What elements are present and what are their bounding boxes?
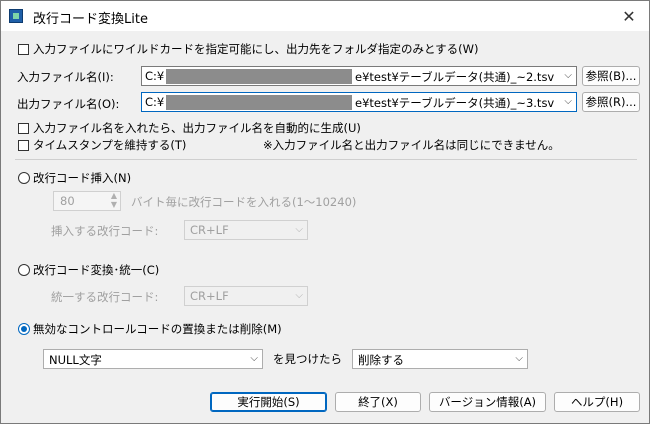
output-file-suffix: e¥test¥テーブルデータ(共通)_~3.tsv	[355, 96, 555, 110]
control-code-select[interactable]: NULL文字 ⌵	[43, 349, 263, 369]
control-middle-text: を見つけたら	[273, 352, 342, 366]
unify-radio[interactable]	[18, 264, 30, 276]
input-file-label: 入力ファイル名(I):	[17, 70, 114, 84]
insert-label[interactable]: 改行コード挿入(N)	[33, 170, 131, 186]
unify-label[interactable]: 改行コード変換･統一(C)	[33, 262, 159, 278]
help-button[interactable]: ヘルプ(H)	[554, 392, 640, 412]
control-label[interactable]: 無効なコントロールコードの置換または削除(M)	[33, 321, 282, 337]
output-file-combobox[interactable]: C:¥ e¥test¥テーブルデータ(共通)_~3.tsv ⌵	[141, 92, 577, 112]
chevron-down-icon[interactable]: ⌵	[515, 353, 523, 364]
close-button[interactable]: ✕	[609, 1, 649, 31]
byte-count-desc: バイト毎に改行コードを入れる(1～10240)	[131, 195, 357, 209]
chevron-down-icon[interactable]: ⌵	[250, 353, 258, 364]
output-browse-button[interactable]: 参照(R)...	[582, 92, 640, 112]
version-button[interactable]: バージョン情報(A)	[429, 392, 546, 412]
unify-code-value: CR+LF	[190, 289, 229, 303]
auto-output-checkbox[interactable]	[18, 123, 29, 134]
run-button[interactable]: 実行開始(S)	[210, 392, 327, 412]
auto-output-label[interactable]: 入力ファイル名を入れたら、出力ファイル名を自動的に生成(U)	[33, 120, 361, 136]
spin-down-icon[interactable]: ▼	[111, 200, 117, 209]
exit-button[interactable]: 終了(X)	[335, 392, 421, 412]
app-icon	[9, 9, 23, 23]
insert-radio[interactable]	[18, 172, 30, 184]
wildcard-label[interactable]: 入力ファイルにワイルドカードを指定可能にし、出力先をフォルダ指定のみとする(W)	[33, 41, 479, 57]
title-bar: 改行コード変換Lite ✕	[1, 1, 649, 31]
redacted-path	[166, 95, 352, 110]
unify-code-label: 統一する改行コード:	[51, 290, 159, 304]
control-action-value: 削除する	[358, 353, 404, 367]
spin-up-icon[interactable]: ▲	[111, 192, 117, 200]
chevron-down-icon[interactable]: ⌵	[295, 224, 303, 235]
byte-count-spinner[interactable]: 80 ▲ ▼	[53, 191, 121, 211]
same-name-note: ※入力ファイル名と出力ファイル名は同じにできません。	[263, 138, 560, 152]
timestamp-label[interactable]: タイムスタンプを維持する(T)	[33, 137, 186, 153]
insert-code-select[interactable]: CR+LF ⌵	[184, 220, 308, 240]
control-code-value: NULL文字	[49, 353, 102, 367]
input-file-suffix: e¥test¥テーブルデータ(共通)_~2.tsv	[355, 70, 555, 84]
redacted-path	[166, 69, 352, 84]
input-file-combobox[interactable]: C:¥ e¥test¥テーブルデータ(共通)_~2.tsv ⌵	[141, 66, 577, 86]
main-window: 改行コード変換Lite ✕ 入力ファイルにワイルドカードを指定可能にし、出力先を…	[0, 0, 650, 424]
window-title: 改行コード変換Lite	[33, 12, 148, 27]
input-browse-button[interactable]: 参照(B)...	[582, 66, 640, 86]
insert-code-value: CR+LF	[190, 223, 229, 237]
chevron-down-icon[interactable]: ⌵	[564, 70, 572, 81]
output-file-prefix: C:¥	[145, 95, 165, 109]
insert-code-label: 挿入する改行コード:	[51, 224, 159, 238]
chevron-down-icon[interactable]: ⌵	[295, 290, 303, 301]
output-file-label: 出力ファイル名(O):	[17, 97, 120, 111]
byte-count-value: 80	[60, 194, 75, 208]
control-action-select[interactable]: 削除する ⌵	[352, 349, 528, 369]
control-radio[interactable]	[18, 323, 30, 335]
divider	[15, 159, 637, 160]
wildcard-checkbox[interactable]	[18, 44, 29, 55]
chevron-down-icon[interactable]: ⌵	[564, 96, 572, 107]
input-file-prefix: C:¥	[145, 69, 165, 83]
timestamp-checkbox[interactable]	[18, 140, 29, 151]
unify-code-select[interactable]: CR+LF ⌵	[184, 286, 308, 306]
